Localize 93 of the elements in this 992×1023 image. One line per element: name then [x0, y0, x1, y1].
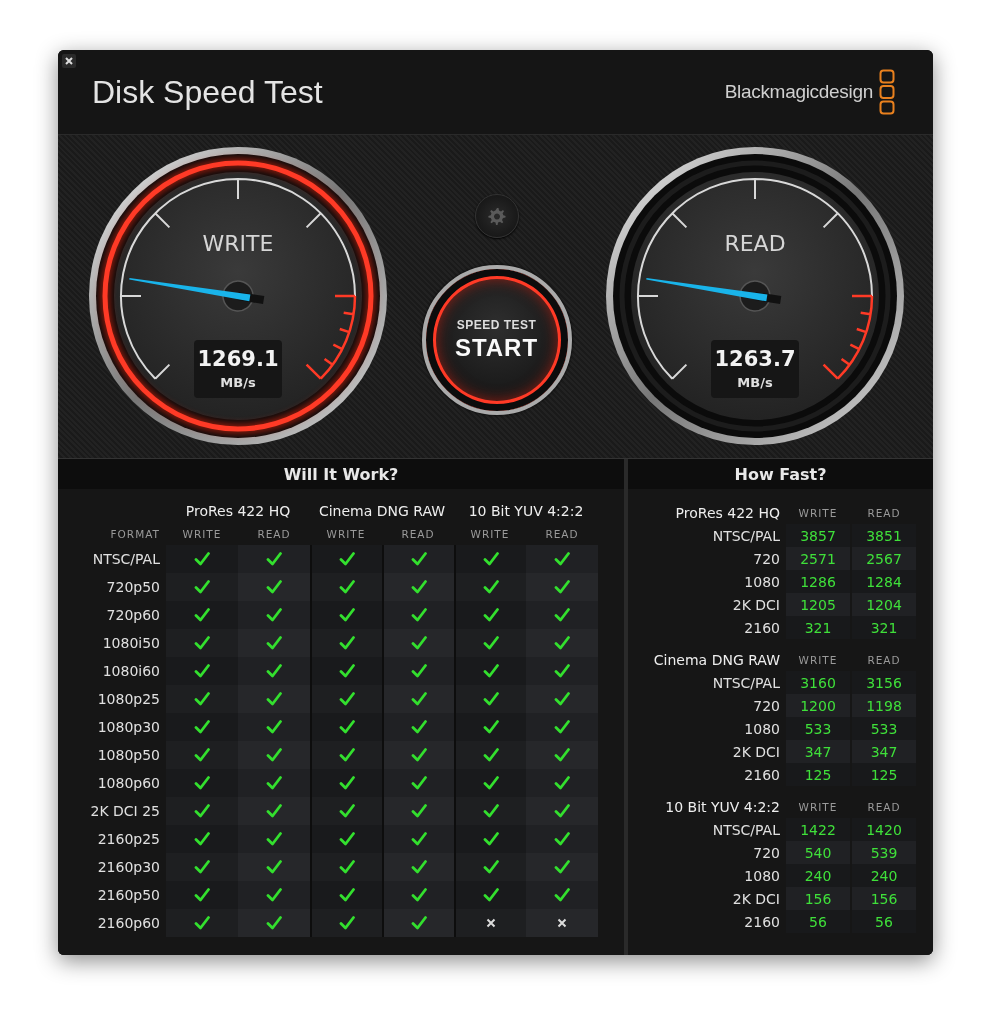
format-label: 2K DCI 25: [89, 802, 161, 821]
speed-value: 1269.1: [197, 348, 279, 372]
speed-value: 240: [852, 864, 916, 887]
gauge-label: WRITE: [202, 231, 274, 256]
column-header: WRITE: [181, 527, 223, 542]
speed-value: 2567: [852, 547, 916, 570]
logo-icon: [879, 69, 895, 115]
format-label: NTSC/PAL: [711, 673, 781, 693]
format-label: 1080: [743, 719, 781, 739]
speed-value: 1420: [852, 818, 916, 841]
section-header: How Fast?: [628, 459, 933, 489]
format-label: 720: [752, 843, 781, 863]
speed-value: 3857: [786, 524, 850, 547]
window-title: Disk Speed Test: [92, 73, 323, 111]
codec-name: ProRes 422 HQ: [674, 503, 781, 523]
gauge-label: READ: [724, 231, 786, 256]
speed-value: 533: [852, 717, 916, 740]
speed-value: 156: [786, 887, 850, 910]
codec-name: 10 Bit YUV 4:2:2: [467, 502, 585, 521]
format-label: 720p60: [105, 606, 161, 625]
column-header: WRITE: [797, 652, 839, 668]
speed-value: 3156: [852, 671, 916, 694]
column-header: WRITE: [469, 527, 511, 542]
format-label: 2160p60: [96, 914, 161, 933]
speed-value: 1198: [852, 694, 916, 717]
speed-unit: MB/s: [737, 374, 773, 390]
column-header: READ: [256, 527, 292, 542]
column-header: READ: [866, 505, 902, 521]
brand-name: Blackmagicdesign: [724, 81, 873, 103]
format-label: 2160p50: [96, 886, 161, 905]
format-label: 2K DCI: [731, 742, 781, 762]
speed-value: 533: [786, 717, 850, 740]
column-header: READ: [400, 527, 436, 542]
format-label: 720: [752, 696, 781, 716]
speed-value: 1204: [852, 593, 916, 616]
speed-value: 125: [786, 763, 850, 786]
speed-value: 347: [852, 740, 916, 763]
start-button[interactable]: SPEED TEST START: [421, 265, 572, 415]
speed-value: 321: [852, 616, 916, 639]
column-header: WRITE: [797, 799, 839, 815]
column-header: READ: [866, 799, 902, 815]
format-label: NTSC/PAL: [711, 526, 781, 546]
format-label: 1080p30: [96, 718, 161, 737]
speed-value: 56: [852, 910, 916, 933]
format-label: 2160p25: [96, 830, 161, 849]
codec-name: 10 Bit YUV 4:2:2: [664, 797, 781, 817]
speed-value: 3851: [852, 524, 916, 547]
format-label: 2160p30: [96, 858, 161, 877]
speed-value: 539: [852, 841, 916, 864]
column-header: READ: [866, 652, 902, 668]
format-label: 1080: [743, 866, 781, 886]
speed-value: 1284: [852, 570, 916, 593]
column-header: WRITE: [797, 505, 839, 521]
format-label: 2K DCI: [731, 889, 781, 909]
format-label: 720: [752, 549, 781, 569]
format-label: 2160: [743, 912, 781, 932]
speed-value: 125: [852, 763, 916, 786]
format-label: 1080: [743, 572, 781, 592]
format-label: 1080i60: [101, 662, 161, 681]
column-header: READ: [544, 527, 580, 542]
settings-button[interactable]: [474, 194, 519, 238]
format-label: 1080i50: [101, 634, 161, 653]
speed-value: 3160: [786, 671, 850, 694]
column-header: FORMAT: [109, 527, 161, 542]
speed-value: 2571: [786, 547, 850, 570]
speed-value: 540: [786, 841, 850, 864]
codec-name: Cinema DNG RAW: [317, 502, 447, 521]
format-label: NTSC/PAL: [711, 820, 781, 840]
speed-value: 1422: [786, 818, 850, 841]
speed-value: 156: [852, 887, 916, 910]
format-label: 2160: [743, 618, 781, 638]
format-label: 1080p50: [96, 746, 161, 765]
speed-value: 56: [786, 910, 850, 933]
close-icon[interactable]: [62, 54, 76, 68]
format-label: 2K DCI: [731, 595, 781, 615]
speed-value: 1200: [786, 694, 850, 717]
codec-name: ProRes 422 HQ: [184, 502, 292, 521]
section-header: Will It Work?: [58, 459, 624, 489]
speed-value: 1263.7: [714, 348, 796, 372]
format-label: 1080p60: [96, 774, 161, 793]
format-label: NTSC/PAL: [91, 550, 161, 569]
speed-value: 347: [786, 740, 850, 763]
codec-name: Cinema DNG RAW: [652, 650, 781, 670]
settings-icon: [486, 206, 507, 226]
speed-value: 321: [786, 616, 850, 639]
format-label: 2160: [743, 765, 781, 785]
speed-value: 1286: [786, 570, 850, 593]
format-label: 1080p25: [96, 690, 161, 709]
speed-value: 1205: [786, 593, 850, 616]
speed-value: 240: [786, 864, 850, 887]
speed-unit: MB/s: [220, 374, 256, 390]
column-header: WRITE: [325, 527, 367, 542]
format-label: 720p50: [105, 578, 161, 597]
